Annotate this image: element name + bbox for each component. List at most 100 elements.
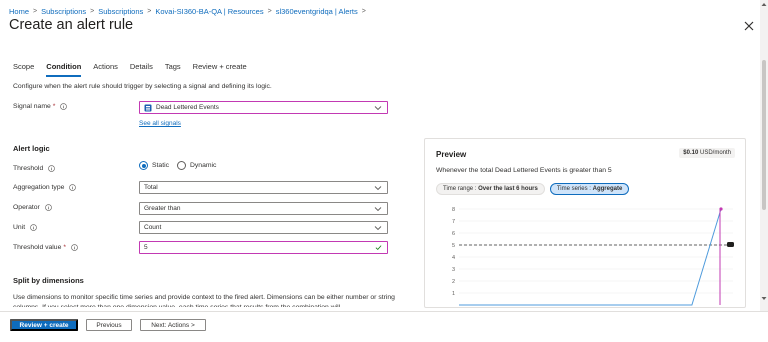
info-icon[interactable] bbox=[45, 204, 52, 211]
time-series-label: Time series : bbox=[556, 186, 591, 192]
breadcrumb-alerts[interactable]: sl360eventgridqa | Alerts bbox=[276, 7, 358, 16]
breadcrumb-separator: > bbox=[33, 7, 38, 15]
chevron-down-icon bbox=[374, 226, 382, 231]
tab-details[interactable]: Details bbox=[130, 62, 153, 77]
breadcrumb-subscriptions-2[interactable]: Subscriptions bbox=[98, 7, 143, 16]
breadcrumb-separator: > bbox=[90, 7, 95, 15]
info-icon[interactable] bbox=[71, 244, 78, 251]
scroll-down-icon[interactable] bbox=[761, 296, 767, 301]
aggregation-type-dropdown[interactable]: Total bbox=[139, 181, 388, 194]
page-scrollbar[interactable] bbox=[760, 0, 768, 311]
unit-label: Unit bbox=[13, 224, 26, 231]
threshold-value-label: Threshold value bbox=[13, 244, 62, 251]
preview-panel: Preview $0.10 USD/month Whenever the tot… bbox=[424, 138, 746, 308]
time-series-pill[interactable]: Time series : Aggregate bbox=[549, 183, 630, 195]
preview-pills: Time range : Over the last 6 hours Time … bbox=[436, 183, 634, 195]
breadcrumb-separator: > bbox=[361, 7, 366, 15]
threshold-value-input[interactable]: 5 bbox=[139, 241, 388, 254]
breadcrumb-resource-group[interactable]: Kovai-SI360-BA-QA | Resources bbox=[155, 7, 263, 16]
breadcrumb-subscriptions[interactable]: Subscriptions bbox=[41, 7, 86, 16]
price-amount: $0.10 bbox=[683, 150, 699, 156]
static-radio[interactable]: Static bbox=[139, 161, 169, 170]
close-icon[interactable] bbox=[743, 20, 755, 32]
time-range-label: Time range : bbox=[443, 186, 477, 192]
alert-rule-page: Home > Subscriptions > Subscriptions > K… bbox=[0, 0, 768, 342]
wizard-tabs: Scope Condition Actions Details Tags Rev… bbox=[13, 62, 259, 77]
y-tick-label: 5 bbox=[452, 243, 455, 249]
dynamic-radio[interactable]: Dynamic bbox=[177, 161, 216, 170]
chevron-down-icon bbox=[374, 106, 382, 111]
signal-name-label-row: Signal name * bbox=[13, 103, 68, 110]
chevron-down-icon bbox=[374, 186, 382, 191]
scroll-up-icon[interactable] bbox=[761, 2, 767, 7]
aggregation-label-row: Aggregation type bbox=[13, 184, 77, 191]
operator-label: Operator bbox=[13, 204, 40, 211]
data-point bbox=[719, 207, 723, 211]
threshold-value-label-row: Threshold value * bbox=[13, 244, 78, 251]
tab-scope[interactable]: Scope bbox=[13, 62, 34, 77]
alert-logic-heading: Alert logic bbox=[13, 144, 50, 153]
y-tick-label: 3 bbox=[452, 267, 455, 273]
preview-description: Whenever the total Dead Lettered Events … bbox=[436, 167, 612, 174]
previous-button[interactable]: Previous bbox=[86, 319, 132, 331]
tab-review-create[interactable]: Review + create bbox=[193, 62, 247, 77]
y-tick-label: 1 bbox=[452, 291, 455, 297]
dynamic-radio-label: Dynamic bbox=[190, 162, 217, 169]
y-tick-label: 7 bbox=[452, 219, 455, 225]
y-tick-label: 4 bbox=[452, 255, 455, 261]
required-marker: * bbox=[52, 103, 56, 110]
info-icon[interactable] bbox=[69, 184, 77, 191]
info-icon[interactable] bbox=[48, 165, 56, 172]
threshold-radio-group: Static Dynamic bbox=[139, 161, 224, 170]
see-all-signals-link[interactable]: See all signals bbox=[139, 120, 181, 127]
split-dimensions-description: Use dimensions to monitor specific time … bbox=[13, 294, 395, 307]
preview-chart: 8 7 6 5 4 3 2 1 bbox=[452, 207, 734, 306]
threshold-marker bbox=[727, 242, 734, 247]
review-create-button[interactable]: Review + create bbox=[10, 319, 78, 331]
aggregation-type-label: Aggregation type bbox=[13, 184, 65, 191]
condition-intro: Configure when the alert rule should tri… bbox=[13, 83, 272, 90]
operator-value: Greater than bbox=[144, 205, 181, 212]
time-series-value: Aggregate bbox=[592, 186, 623, 192]
chevron-down-icon bbox=[374, 207, 382, 212]
time-range-value: Over the last 6 hours bbox=[478, 186, 538, 192]
breadcrumb-separator: > bbox=[147, 7, 152, 15]
breadcrumb-home[interactable]: Home bbox=[9, 7, 29, 16]
tab-actions[interactable]: Actions bbox=[93, 62, 118, 77]
unit-dropdown[interactable]: Count bbox=[139, 221, 388, 234]
unit-value: Count bbox=[144, 224, 162, 231]
wizard-footer: Review + create Previous Next: Actions > bbox=[0, 311, 768, 342]
y-tick-label: 6 bbox=[452, 231, 455, 237]
signal-name-label: Signal name bbox=[13, 103, 51, 110]
unit-label-row: Unit bbox=[13, 224, 37, 231]
tab-condition[interactable]: Condition bbox=[46, 62, 82, 77]
operator-dropdown[interactable]: Greater than bbox=[139, 202, 388, 215]
breadcrumb-separator: > bbox=[267, 7, 272, 15]
y-tick-label: 2 bbox=[452, 279, 455, 285]
next-actions-button[interactable]: Next: Actions > bbox=[140, 319, 206, 331]
radio-dot bbox=[177, 161, 186, 170]
checkmark-icon bbox=[375, 245, 382, 250]
threshold-label: Threshold bbox=[13, 165, 44, 172]
radio-dot bbox=[139, 161, 148, 170]
threshold-label-row: Threshold bbox=[13, 165, 56, 172]
info-icon[interactable] bbox=[30, 224, 37, 231]
page-title: Create an alert rule bbox=[9, 17, 134, 33]
preview-title: Preview bbox=[436, 150, 467, 159]
scrollbar-thumb[interactable] bbox=[762, 60, 766, 210]
split-dimensions-heading: Split by dimensions bbox=[13, 276, 84, 285]
price-unit: USD/month bbox=[699, 150, 731, 156]
price-badge: $0.10 USD/month bbox=[679, 148, 735, 158]
y-tick-label: 8 bbox=[452, 207, 455, 213]
operator-label-row: Operator bbox=[13, 204, 52, 211]
signal-name-dropdown[interactable]: Dead Lettered Events bbox=[139, 101, 388, 114]
static-radio-label: Static bbox=[152, 162, 169, 169]
tab-tags[interactable]: Tags bbox=[165, 62, 181, 77]
required-marker: * bbox=[63, 244, 67, 251]
info-icon[interactable] bbox=[60, 103, 68, 110]
signal-name-value: Dead Lettered Events bbox=[156, 104, 219, 111]
time-range-pill[interactable]: Time range : Over the last 6 hours bbox=[436, 183, 545, 195]
aggregation-type-value: Total bbox=[144, 184, 158, 191]
event-grid-icon bbox=[144, 104, 152, 111]
breadcrumb: Home > Subscriptions > Subscriptions > K… bbox=[9, 5, 370, 17]
